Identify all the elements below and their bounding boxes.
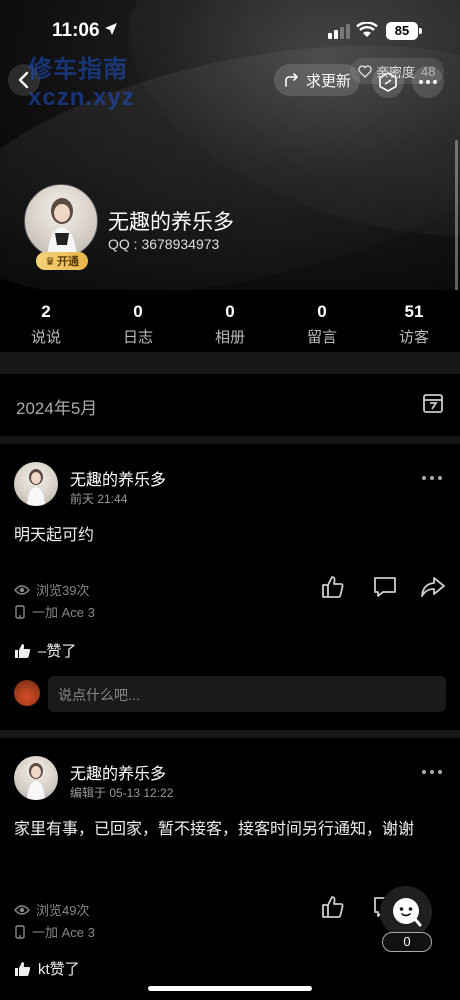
stat-label: 日志: [122, 329, 153, 346]
thumbs-up-icon: [15, 961, 31, 976]
watermark-line: 修车指南: [28, 56, 128, 83]
stat-label: 相册: [214, 329, 245, 346]
post-views: 浏览39次: [14, 580, 89, 599]
like-icon[interactable]: [320, 894, 346, 920]
vip-open-badge[interactable]: ♛ 开通: [36, 252, 88, 270]
phone-icon: [15, 604, 25, 619]
view-count: 浏览39次: [36, 583, 90, 598]
comment-input[interactable]: 说点什么吧...: [48, 676, 446, 712]
device-name: 一加 Ace 3: [32, 605, 95, 620]
section-divider: [0, 730, 460, 738]
post-author-name[interactable]: 无趣的养乐多: [70, 760, 166, 784]
watermark-line: xczn.xyz: [28, 84, 135, 111]
stat-shuoshuo[interactable]: 2 说说: [0, 290, 92, 352]
intimacy-badge[interactable]: 亲密度 48: [350, 58, 444, 84]
like-icon[interactable]: [320, 574, 346, 600]
comment-icon[interactable]: [372, 574, 398, 600]
badge-label: 开通: [56, 256, 79, 268]
stat-visitors[interactable]: 51 访客: [368, 290, 460, 352]
cellular-signal-icon: [328, 24, 350, 39]
current-user-avatar[interactable]: [14, 680, 40, 706]
month-header: 2024年5月: [0, 374, 460, 436]
stat-value: 51: [404, 302, 424, 321]
heart-outline-icon: [358, 64, 372, 78]
intimacy-label: 亲密度: [376, 64, 416, 80]
post-author-name[interactable]: 无趣的养乐多: [70, 466, 166, 490]
profile-name: 无趣的养乐多: [108, 211, 234, 234]
post-author-avatar[interactable]: [14, 756, 58, 800]
stat-label: 说说: [30, 329, 61, 346]
post-likes[interactable]: –赞了: [14, 640, 76, 661]
location-arrow-icon: [105, 23, 117, 35]
phone-icon: [15, 924, 25, 939]
assistant-count-badge: 0: [382, 932, 432, 952]
status-time: 11:06: [52, 20, 100, 41]
post-time: 前天 21:44: [70, 492, 128, 506]
post-author-avatar[interactable]: [14, 462, 58, 506]
stat-messages[interactable]: 0 留言: [276, 290, 368, 352]
thumbs-up-icon: [15, 643, 31, 658]
more-dots-icon: [422, 770, 442, 774]
post-device: 一加 Ace 3: [14, 602, 95, 621]
share-icon[interactable]: [420, 574, 446, 600]
view-count: 浏览49次: [36, 903, 90, 918]
post-views: 浏览49次: [14, 900, 89, 919]
stat-label: 留言: [306, 329, 337, 346]
home-indicator: [148, 986, 312, 991]
request-update-button[interactable]: 求更新: [274, 64, 360, 96]
request-update-label: 求更新: [306, 72, 352, 90]
stat-value: 0: [133, 302, 143, 321]
profile-qq-number: QQ : 3678934973: [108, 236, 220, 252]
battery-indicator: 85: [386, 22, 418, 40]
stat-blog[interactable]: 0 日志: [92, 290, 184, 352]
post-content: 家里有事，已回家，暂不接客，接客时间另行通知，谢谢: [14, 821, 415, 838]
battery-tip: [419, 28, 422, 34]
month-label: 2024年5月: [16, 399, 98, 418]
wifi-icon: [356, 22, 378, 37]
profile-avatar[interactable]: [24, 184, 98, 258]
floating-assistant-button[interactable]: [380, 886, 432, 938]
eye-icon: [14, 584, 30, 595]
share-arrow-icon: [285, 73, 298, 87]
calendar-icon[interactable]: [422, 392, 444, 414]
eye-icon: [14, 904, 30, 915]
stat-album[interactable]: 0 相册: [184, 290, 276, 352]
post-more-button[interactable]: [422, 758, 442, 779]
stat-value: 2: [41, 302, 51, 321]
stat-label: 访客: [398, 329, 429, 346]
section-divider: [0, 352, 460, 374]
post-time: 编辑于 05-13 12:22: [70, 786, 174, 800]
likes-text: kt赞了: [38, 961, 80, 978]
likes-text: –赞了: [38, 643, 77, 660]
ghost-face-icon: [393, 898, 422, 927]
feed-post: 无趣的养乐多 编辑于 05-13 12:22 家里有事，已回家，暂不接客，接客时…: [0, 738, 460, 1000]
post-device: 一加 Ace 3: [14, 922, 95, 941]
status-bar: 11:06 85: [0, 0, 460, 58]
profile-stats: 2 说说 0 日志 0 相册 0 留言 51 访客: [0, 290, 460, 352]
intimacy-value: 48: [421, 63, 436, 79]
stat-value: 0: [317, 302, 327, 321]
post-content: 明天起可约: [14, 527, 95, 544]
comment-row: 说点什么吧...: [14, 676, 446, 712]
more-dots-icon: [422, 476, 442, 480]
feed-post: 无趣的养乐多 前天 21:44 明天起可约 浏览39次 一加 Ace 3 –赞了: [0, 444, 460, 730]
post-more-button[interactable]: [422, 464, 442, 485]
crown-icon: ♛: [45, 255, 55, 268]
watermark: 修车指南 xczn.xyz: [28, 56, 135, 112]
post-likes[interactable]: kt赞了: [14, 958, 80, 979]
section-divider: [0, 436, 460, 444]
stat-value: 0: [225, 302, 235, 321]
device-name: 一加 Ace 3: [32, 925, 95, 940]
